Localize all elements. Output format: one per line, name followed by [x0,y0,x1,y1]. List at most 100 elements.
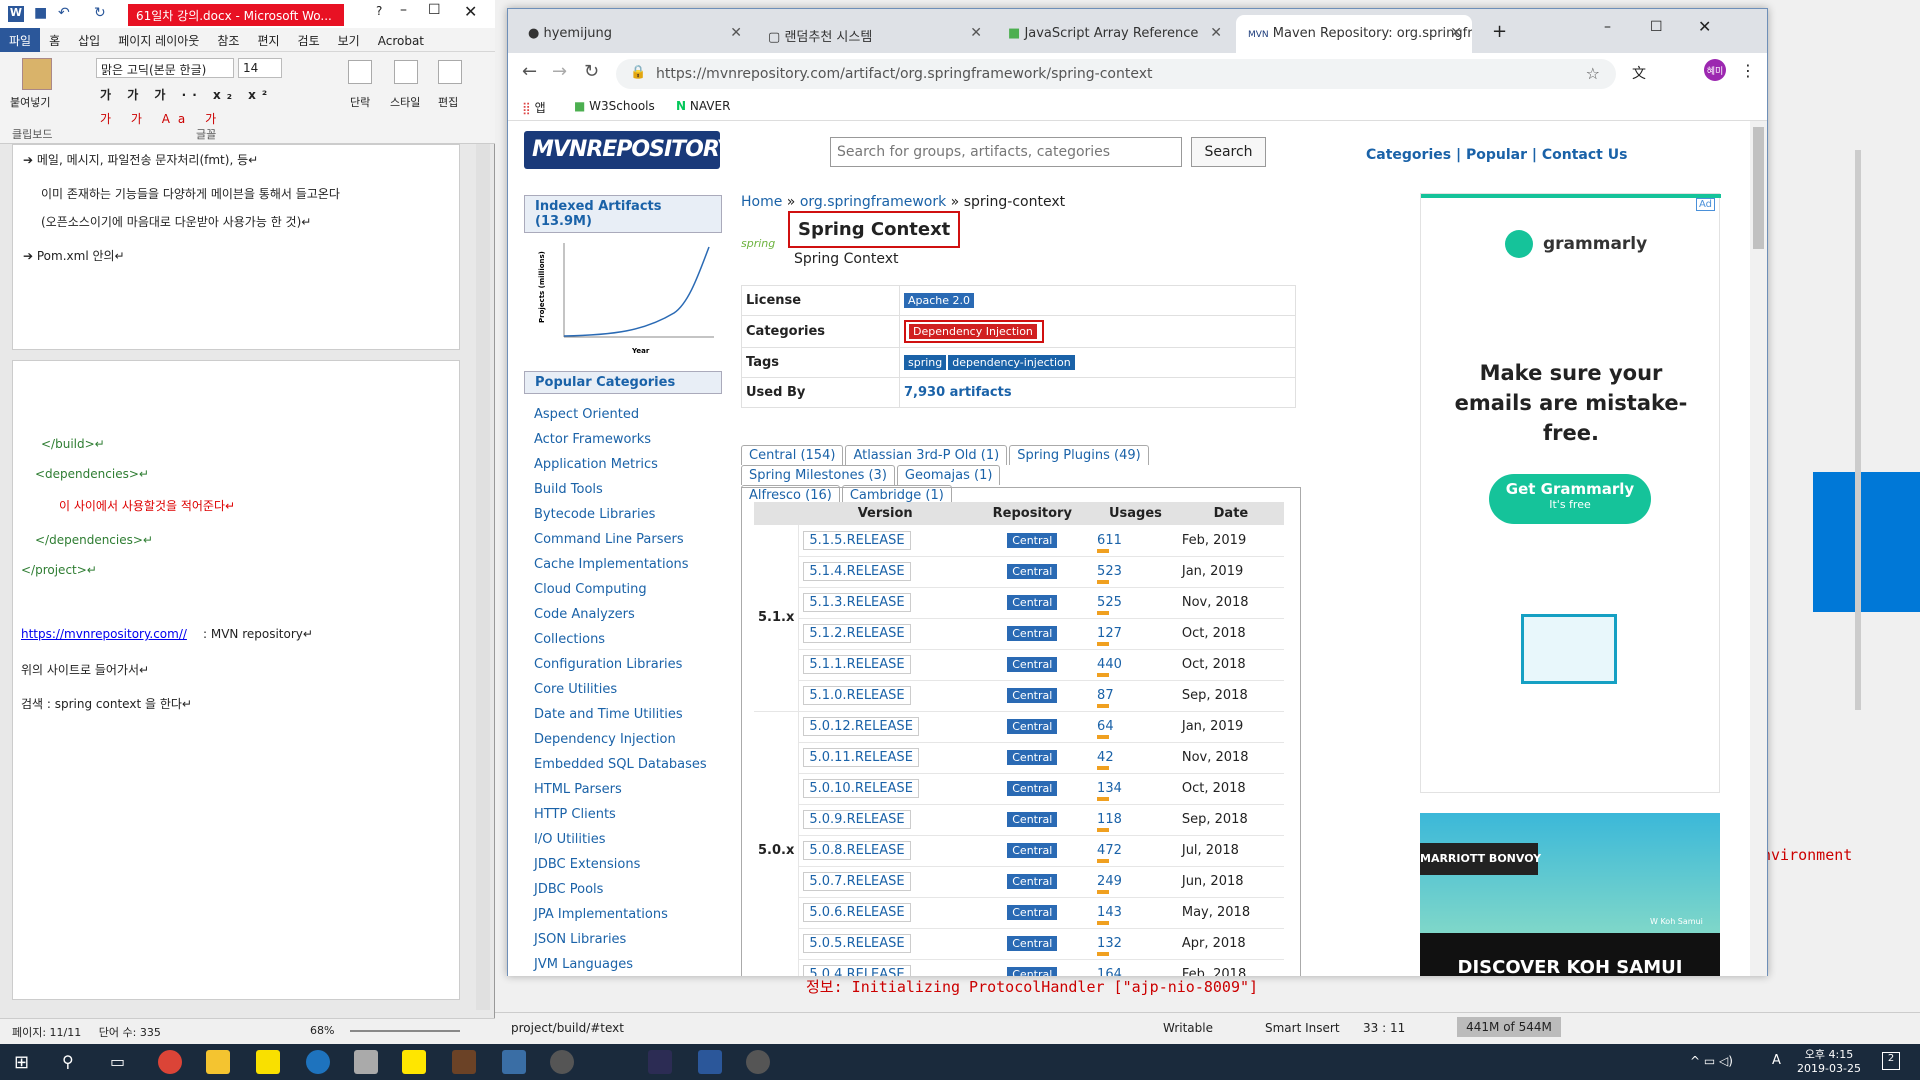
category-link[interactable]: Cache Implementations [524,552,722,577]
repo-tab[interactable]: Spring Plugins (49) [1009,445,1149,465]
ie-taskbar-icon[interactable] [306,1050,330,1074]
doc-link[interactable]: https://mvnrepository.com// [21,627,187,641]
category-link[interactable]: JSON Libraries [524,927,722,952]
forward-icon[interactable]: → [552,61,567,82]
version-link[interactable]: 5.0.10.RELEASE [803,779,919,798]
repository-badge[interactable]: Central [1007,967,1058,976]
tab-layout[interactable]: 페이지 레이아웃 [109,28,208,53]
url-input[interactable]: 🔒 https://mvnrepository.com/artifact/org… [616,59,1616,89]
category-link[interactable]: Core Utilities [524,677,722,702]
color-buttons-row[interactable]: 가 가 Aa 가 [100,110,224,127]
repo-tab[interactable]: Central (154) [741,445,844,465]
tab-acrobat[interactable]: Acrobat [369,30,433,52]
tag-badge[interactable]: spring [904,355,947,370]
menu-icon[interactable]: ⋮ [1740,61,1756,80]
version-link[interactable]: 5.1.2.RELEASE [803,624,911,643]
version-link[interactable]: 5.1.4.RELEASE [803,562,911,581]
usage-link[interactable]: 64 [1097,719,1114,739]
category-link[interactable]: HTML Parsers [524,777,722,802]
font-name-select[interactable]: 맑은 고딕(본문 한글) [96,58,234,78]
reload-icon[interactable]: ↻ [584,61,599,82]
repository-badge[interactable]: Central [1007,595,1058,610]
tab-view[interactable]: 보기 [329,28,369,53]
ad-grammarly[interactable]: Ad grammarly Make sure your emails are m… [1420,193,1721,793]
usage-link[interactable]: 164 [1097,967,1122,976]
eclipse2-taskbar-icon[interactable] [648,1050,672,1074]
category-link[interactable]: JVM Languages [524,952,722,976]
repository-badge[interactable]: Central [1007,936,1058,951]
category-link[interactable]: Actor Frameworks [524,427,722,452]
bookmark-w3schools[interactable]: ■ W3Schools [574,99,655,113]
font-size-select[interactable]: 14 [238,58,282,78]
nav-contact[interactable]: Contact Us [1542,147,1628,163]
category-link[interactable]: Collections [524,627,722,652]
styles-icon[interactable] [394,60,418,84]
search-button[interactable]: Search [1191,137,1266,167]
repository-badge[interactable]: Central [1007,781,1058,796]
browser-tab-active[interactable]: MVN Maven Repository: org.springfra ✕ [1236,15,1472,53]
usage-link[interactable]: 132 [1097,936,1122,956]
category-link[interactable]: JPA Implementations [524,902,722,927]
repository-badge[interactable]: Central [1007,750,1058,765]
usage-link[interactable]: 127 [1097,626,1122,646]
word-taskbar-icon[interactable] [698,1050,722,1074]
page-scrollbar[interactable] [1750,121,1767,976]
app-taskbar-icon[interactable] [746,1050,770,1074]
nav-popular[interactable]: Popular [1466,147,1527,163]
avatar[interactable]: 혜미 [1704,59,1726,81]
usage-link[interactable]: 472 [1097,843,1122,863]
version-link[interactable]: 5.1.5.RELEASE [803,530,911,550]
tab-file[interactable]: 파일 [0,28,41,53]
format-buttons-row[interactable]: 가 가 가 ·· x₂ x² [100,86,273,103]
repository-badge[interactable]: Central [1007,564,1058,579]
start-icon[interactable]: ⊞ [14,1052,29,1073]
category-link[interactable]: Embedded SQL Databases [524,752,722,777]
category-link[interactable]: HTTP Clients [524,802,722,827]
usedby-link[interactable]: 7,930 artifacts [899,377,1296,408]
back-icon[interactable]: ← [522,61,537,82]
category-link[interactable]: Configuration Libraries [524,652,722,677]
close-tab-icon[interactable]: ✕ [1210,25,1222,41]
document-page-2[interactable]: </build>↵ <dependencies>↵ 이 사이에서 사용할것을 적… [12,360,460,1000]
save-icon[interactable]: ■ [34,5,47,21]
category-link[interactable]: Date and Time Utilities [524,702,722,727]
scrollbar-thumb[interactable] [1753,127,1764,249]
usage-link[interactable]: 87 [1097,688,1114,708]
category-link[interactable]: JDBC Extensions [524,852,722,877]
repo-tab[interactable]: Spring Milestones (3) [741,465,895,485]
explorer-taskbar-icon[interactable] [206,1050,230,1074]
app-taskbar-icon[interactable] [502,1050,526,1074]
kakaotalk-taskbar-icon[interactable] [256,1050,280,1074]
version-link[interactable]: 5.0.6.RELEASE [803,903,911,922]
version-link[interactable]: 5.0.11.RELEASE [803,748,919,767]
category-link[interactable]: Aspect Oriented [524,402,722,427]
translate-icon[interactable]: ⽂ [1632,63,1646,83]
usage-link[interactable]: 440 [1097,657,1122,677]
close-tab-icon[interactable]: ✕ [970,25,982,41]
maximize-icon[interactable]: ☐ [428,2,441,18]
ad-tag[interactable]: Ad [1695,198,1715,211]
bookmark-star-icon[interactable]: ☆ [1586,64,1600,83]
repository-badge[interactable]: Central [1007,688,1058,703]
repository-badge[interactable]: Central [1007,719,1058,734]
usage-link[interactable]: 134 [1097,781,1122,801]
nav-categories[interactable]: Categories [1366,147,1451,163]
minimize-icon[interactable]: – [400,2,407,18]
help-icon[interactable]: ? [376,4,382,18]
version-link[interactable]: 5.1.0.RELEASE [803,686,911,705]
version-link[interactable]: 5.0.8.RELEASE [803,841,911,860]
tab-references[interactable]: 참조 [208,28,248,53]
usage-link[interactable]: 611 [1097,533,1122,553]
maximize-icon[interactable]: ☐ [1650,19,1663,35]
minimize-icon[interactable]: – [1604,19,1611,35]
crumb-home[interactable]: Home [741,194,782,210]
version-link[interactable]: 5.0.12.RELEASE [803,717,919,736]
winrar-taskbar-icon[interactable] [452,1050,476,1074]
usage-link[interactable]: 523 [1097,564,1122,584]
redo-icon[interactable]: ↻ [94,5,106,21]
repository-badge[interactable]: Central [1007,905,1058,920]
bookmark-naver[interactable]: N NAVER [676,99,730,113]
search-icon[interactable]: ⚲ [62,1052,74,1071]
version-link[interactable]: 5.1.3.RELEASE [803,593,911,612]
eclipse-taskbar-icon[interactable] [550,1050,574,1074]
